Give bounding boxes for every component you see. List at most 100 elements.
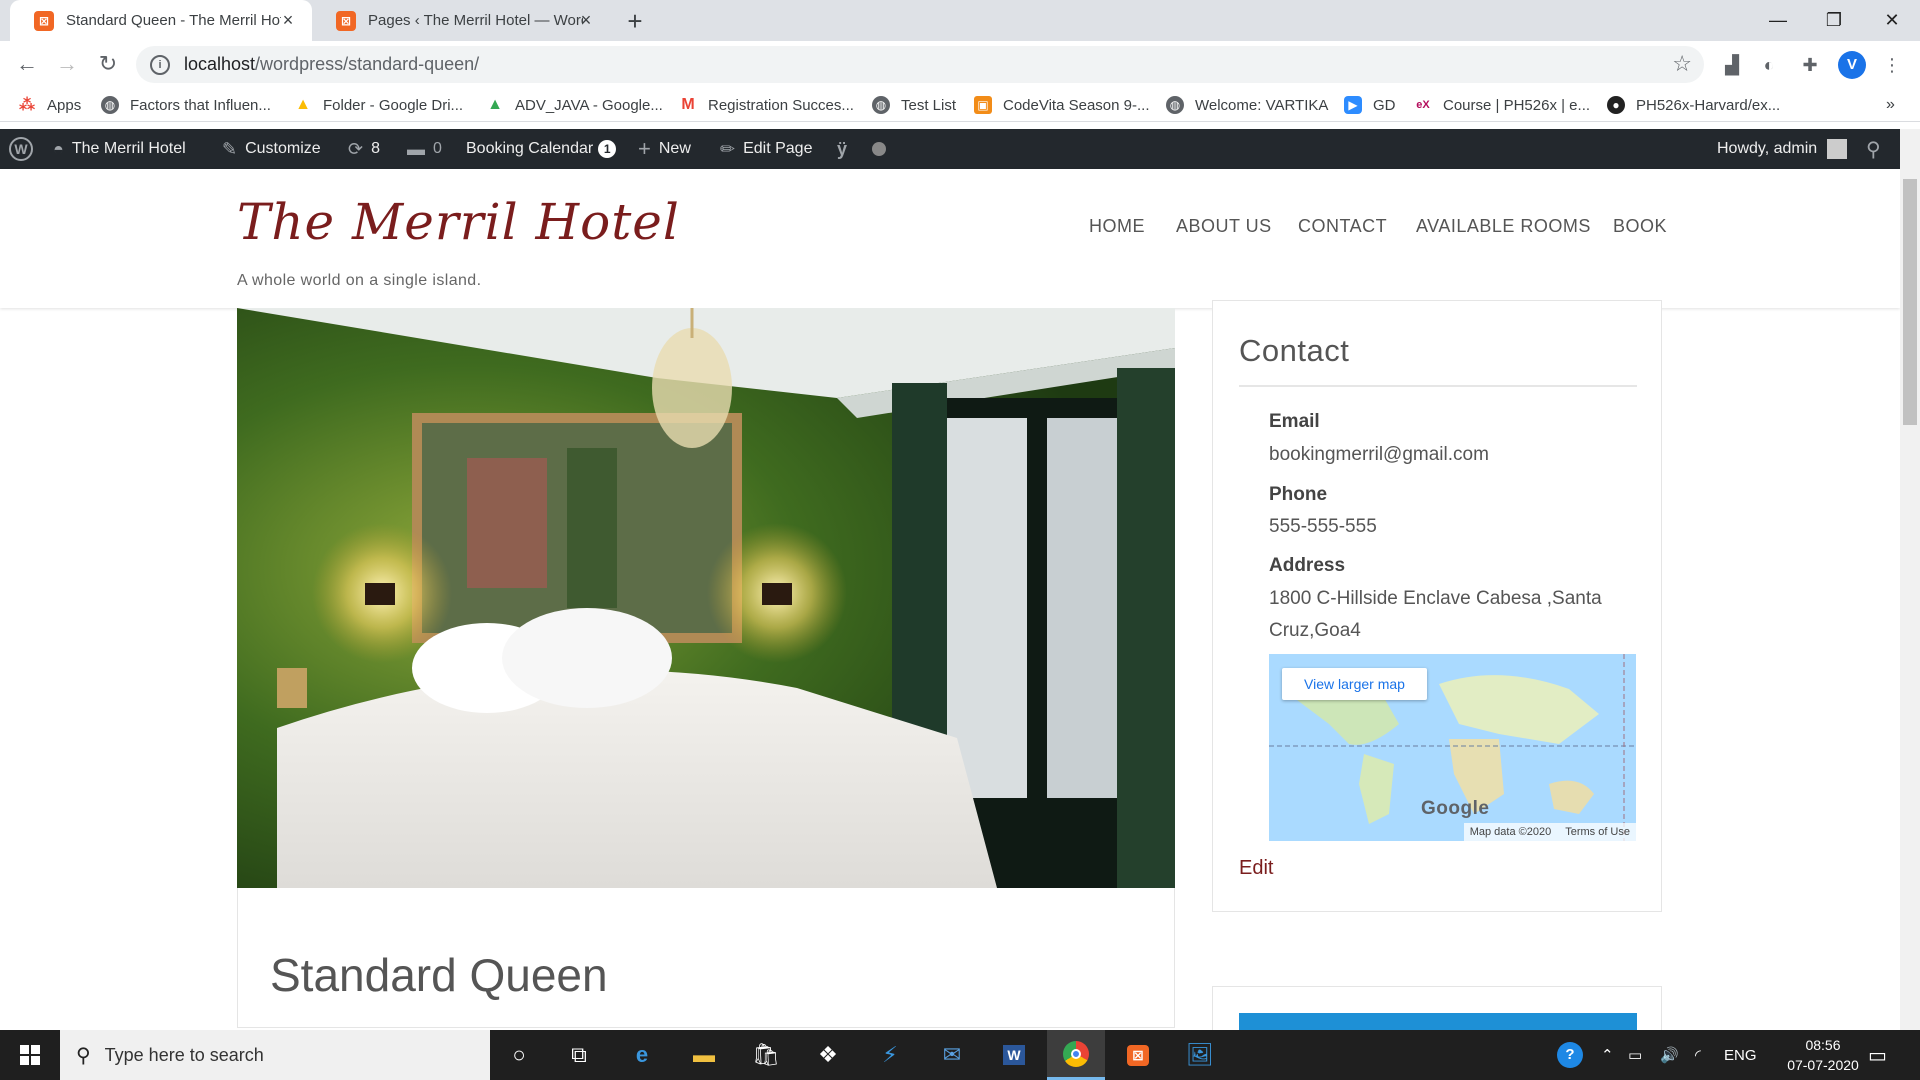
close-window-button[interactable]: ✕ xyxy=(1862,0,1920,41)
zoom-icon: ▶ xyxy=(1344,96,1362,114)
address-label: Address xyxy=(1269,555,1346,576)
xampp-icon[interactable]: ⊠ xyxy=(1109,1030,1167,1080)
admin-comments[interactable]: ▬ 0 xyxy=(407,129,442,169)
bookmark-codevita[interactable]: ▣ CodeVita Season 9-... xyxy=(974,88,1149,122)
contact-widget: Contact Email bookingmerril@gmail.com Ph… xyxy=(1212,300,1662,912)
dropbox-icon[interactable]: ❖ xyxy=(799,1030,857,1080)
wordpress-logo-icon[interactable]: W xyxy=(9,129,33,169)
post-title: Standard Queen xyxy=(270,949,608,1001)
bookmark-gd[interactable]: ▶ GD xyxy=(1344,88,1396,122)
file-explorer-icon[interactable]: ▬ xyxy=(675,1030,733,1080)
show-hidden-icons-chevron-icon[interactable]: ⌃ xyxy=(1601,1030,1614,1080)
nav-about-us[interactable]: ABOUT US xyxy=(1176,216,1272,237)
admin-search-icon[interactable]: ⚲ xyxy=(1866,129,1881,169)
page-scrollbar[interactable] xyxy=(1900,129,1920,1030)
site-info-icon[interactable]: i xyxy=(150,54,170,75)
bookmark-registration[interactable]: M Registration Succes... xyxy=(679,88,854,122)
dashboard-icon: ◓ xyxy=(53,138,64,159)
notification-center-icon[interactable]: ▭ xyxy=(1868,1030,1887,1080)
reload-icon[interactable]: ↻ xyxy=(93,49,123,79)
bookmark-apps[interactable]: ⁂ Apps xyxy=(18,88,81,122)
more-bookmarks-icon[interactable]: » xyxy=(1886,88,1895,122)
bookmark-folder-drive[interactable]: ▲ Folder - Google Dri... xyxy=(294,88,463,122)
view-larger-map-button[interactable]: View larger map xyxy=(1282,668,1427,700)
tab-pages[interactable]: ⊠ Pages ‹ The Merril Hotel — WordPress × xyxy=(312,0,610,41)
bookmarks-bar: ⁂ Apps ◍ Factors that Influen... ▲ Folder -… xyxy=(0,88,1920,122)
chrome-menu-icon[interactable]: ⋮ xyxy=(1878,51,1906,79)
windows-start-icon[interactable] xyxy=(0,1030,60,1080)
task-view-icon[interactable]: ⧉ xyxy=(550,1030,608,1080)
minimize-window-button[interactable]: — xyxy=(1748,0,1808,41)
admin-avatar xyxy=(1827,139,1848,159)
phone-value[interactable]: 555-555-555 xyxy=(1269,511,1639,543)
google-drive-icon: ▲ xyxy=(487,96,503,113)
yoast-seo-icon[interactable]: ÿ xyxy=(837,129,847,169)
visual-studio-icon[interactable]: ⚡ xyxy=(861,1030,919,1080)
globe-icon: ◍ xyxy=(101,96,119,114)
new-tab-button[interactable]: + xyxy=(620,6,650,36)
photos-icon[interactable]: 🖼 xyxy=(1171,1030,1229,1080)
bookmark-adv-java[interactable]: ▲ ADV_JAVA - Google... xyxy=(486,88,663,122)
admin-updates[interactable]: ⟳ 8 xyxy=(348,129,380,169)
nav-book[interactable]: BOOK xyxy=(1613,216,1667,237)
wifi-icon[interactable]: ◜ xyxy=(1695,1030,1701,1080)
google-drive-icon: ▲ xyxy=(295,96,311,113)
help-icon[interactable]: ? xyxy=(1557,1030,1583,1080)
bookmark-star-icon[interactable]: ☆ xyxy=(1672,51,1692,77)
close-tab-icon[interactable]: × xyxy=(278,10,298,30)
close-tab-icon[interactable]: × xyxy=(576,10,596,30)
admin-customize[interactable]: ✎ Customize xyxy=(222,129,321,169)
bookmark-test-list[interactable]: ◍ Test List xyxy=(872,88,956,122)
taskbar-search-box[interactable]: ⚲ Type here to search xyxy=(60,1030,490,1080)
widget-divider xyxy=(1239,385,1637,387)
back-arrow-icon[interactable]: ← xyxy=(12,49,42,79)
email-value[interactable]: bookingmerril@gmail.com xyxy=(1269,439,1639,471)
circle-extension-icon[interactable]: ◐ xyxy=(1755,51,1783,79)
nav-available-rooms[interactable]: AVAILABLE ROOMS xyxy=(1416,216,1591,237)
profile-avatar[interactable]: V xyxy=(1838,51,1866,79)
gmail-icon: M xyxy=(681,96,695,113)
volume-icon[interactable]: 🔊 xyxy=(1660,1030,1679,1080)
word-icon[interactable]: W xyxy=(985,1030,1043,1080)
bookmark-github[interactable]: ● PH526x-Harvard/ex... xyxy=(1607,88,1780,122)
tab-title: Pages ‹ The Merril Hotel — WordPress xyxy=(368,12,583,29)
nav-home[interactable]: HOME xyxy=(1089,216,1145,237)
restore-window-button[interactable]: ❐ xyxy=(1804,0,1864,41)
site-title[interactable]: The Merril Hotel xyxy=(237,193,680,251)
github-icon: ● xyxy=(1607,96,1625,114)
xampp-favicon-icon: ⊠ xyxy=(34,10,54,31)
mail-envelope-icon[interactable]: ✉ xyxy=(923,1030,981,1080)
apps-grid-icon: ⁂ xyxy=(18,97,36,114)
extensions-puzzle-icon[interactable]: ✚ xyxy=(1796,51,1824,79)
language-indicator[interactable]: ENG xyxy=(1724,1030,1757,1080)
forward-arrow-icon[interactable]: → xyxy=(52,49,82,79)
admin-booking-calendar[interactable]: Booking Calendar 1 xyxy=(466,129,617,169)
tab-standard-queen[interactable]: ⊠ Standard Queen - The Merril Hotel × xyxy=(10,0,312,41)
bookmark-welcome[interactable]: ◍ Welcome: VARTIKA xyxy=(1166,88,1328,122)
bookmark-factors[interactable]: ◍ Factors that Influen... xyxy=(101,88,271,122)
address-bar[interactable]: i localhost/wordpress/standard-queen/ ☆ xyxy=(136,46,1704,83)
admin-new[interactable]: + New xyxy=(638,129,691,169)
analytics-extension-icon[interactable]: ▟ xyxy=(1718,51,1746,79)
clock[interactable]: 08:56 07-07-2020 xyxy=(1778,1030,1868,1080)
scrollbar-thumb[interactable] xyxy=(1903,179,1917,425)
map-terms-link[interactable]: Terms of Use xyxy=(1565,823,1630,841)
admin-site-name[interactable]: ◓ The Merril Hotel xyxy=(53,129,186,169)
pencil-icon: ✏ xyxy=(720,138,736,159)
edge-browser-icon[interactable]: e xyxy=(613,1030,671,1080)
browser-tab-strip: ⊠ Standard Queen - The Merril Hotel × ⊠ … xyxy=(0,0,1920,41)
google-map-embed[interactable]: View larger map Google Map data ©2020 Te… xyxy=(1269,654,1636,841)
admin-howdy[interactable]: Howdy, admin xyxy=(1717,129,1848,169)
microsoft-store-icon[interactable]: 🛍 xyxy=(737,1030,795,1080)
chrome-icon[interactable] xyxy=(1047,1030,1105,1080)
map-data-text: Map data ©2020 xyxy=(1469,826,1552,838)
cortana-circle-icon[interactable]: ○ xyxy=(490,1030,548,1080)
nav-contact[interactable]: CONTACT xyxy=(1298,216,1387,237)
windows-taskbar: ⚲ Type here to search ○ ⧉ e ▬ 🛍 ❖ ⚡ ✉ W … xyxy=(0,1030,1920,1080)
bookmark-course[interactable]: eX Course | PH526x | e... xyxy=(1414,88,1590,122)
edit-widget-link[interactable]: Edit xyxy=(1239,857,1273,880)
battery-icon[interactable]: ▭ xyxy=(1628,1030,1642,1080)
edx-icon: eX xyxy=(1416,99,1430,111)
admin-edit-page[interactable]: ✏ Edit Page xyxy=(720,129,812,169)
map-attribution: Map data ©2020 Terms of Use xyxy=(1463,823,1636,841)
